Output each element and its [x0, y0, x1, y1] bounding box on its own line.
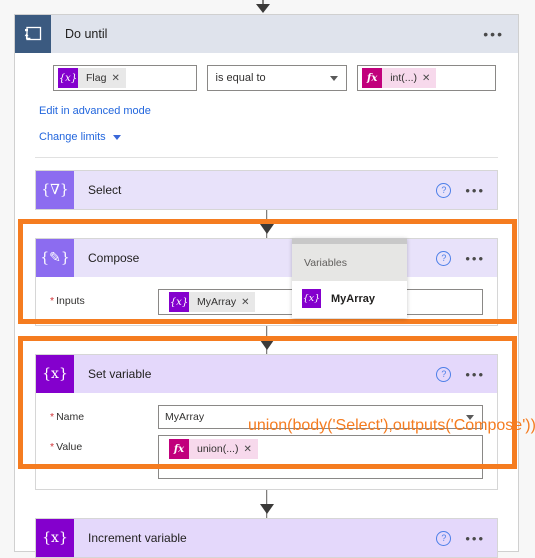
- action-compose-body: * Inputs {x} MyArray ✕: [36, 277, 497, 325]
- token-flag[interactable]: {x} Flag ✕: [58, 68, 126, 88]
- condition-left-field[interactable]: {x} Flag ✕: [53, 65, 197, 91]
- action-select[interactable]: {∇} Select ? •••: [35, 170, 498, 210]
- token-text: union(...): [197, 443, 239, 455]
- variable-token-icon: {x}: [58, 68, 78, 88]
- incoming-connector-arrow: [0, 0, 535, 14]
- operator-value: is equal to: [215, 72, 266, 84]
- flyout-header: Variables: [292, 244, 407, 281]
- condition-right-field[interactable]: fx int(...) ✕: [357, 65, 496, 91]
- token-label: union(...) ✕: [189, 439, 258, 459]
- name-value: MyArray: [165, 411, 205, 423]
- action-increment-variable-header[interactable]: {x} Increment variable ? •••: [36, 519, 497, 557]
- token-myarray[interactable]: {x} MyArray ✕: [169, 292, 256, 312]
- flyout-list: {x} MyArray: [292, 281, 407, 318]
- remove-token-icon[interactable]: ✕: [111, 73, 119, 84]
- required-marker: *: [50, 441, 55, 453]
- page-title: Do until: [65, 27, 108, 41]
- chevron-down-icon: [330, 75, 339, 81]
- token-union-expression[interactable]: fx union(...) ✕: [169, 439, 258, 459]
- action-set-variable-title: Set variable: [88, 367, 152, 381]
- value-field[interactable]: fx union(...) ✕: [158, 435, 483, 479]
- help-icon[interactable]: ?: [436, 366, 452, 382]
- remove-token-icon[interactable]: ✕: [422, 73, 430, 84]
- function-token-icon: fx: [362, 68, 383, 88]
- edit-in-advanced-mode-link[interactable]: Edit in advanced mode: [39, 105, 518, 117]
- chevron-down-icon: [112, 134, 121, 140]
- condition-row: {x} Flag ✕ is equal to fx int(...) ✕: [53, 65, 496, 91]
- field-row-inputs: * Inputs {x} MyArray ✕: [36, 283, 497, 315]
- value-label: * Value: [50, 435, 158, 453]
- variables-flyout[interactable]: Variables {x} MyArray: [292, 238, 407, 318]
- action-compose-title: Compose: [88, 251, 140, 265]
- action-increment-variable-title: Increment variable: [88, 531, 187, 545]
- required-marker: *: [50, 411, 55, 423]
- condition-operator-select[interactable]: is equal to: [206, 65, 348, 91]
- annotation-expression: union(body('Select'),outputs('Compose')): [248, 417, 535, 434]
- do-until-card: Do until ••• {x} Flag ✕ is equal to fx i…: [14, 14, 519, 558]
- action-increment-variable-overflow-menu[interactable]: •••: [465, 532, 485, 545]
- remove-token-icon[interactable]: ✕: [241, 297, 249, 308]
- action-select-title: Select: [88, 183, 122, 197]
- field-row-value: * Value fx union(...) ✕: [36, 429, 497, 479]
- connector-select-to-compose: [15, 210, 518, 238]
- variable-icon: {x}: [36, 519, 74, 557]
- action-increment-variable-tools: ? •••: [436, 519, 485, 557]
- do-until-overflow-menu[interactable]: •••: [483, 27, 504, 41]
- required-marker: *: [50, 295, 55, 307]
- action-set-variable-header[interactable]: {x} Set variable ? •••: [36, 355, 497, 393]
- function-token-icon: fx: [169, 439, 189, 459]
- variable-token-icon: {x}: [169, 292, 189, 312]
- flyout-item-label: MyArray: [331, 292, 376, 305]
- select-icon: {∇}: [36, 171, 74, 209]
- token-text: MyArray: [197, 296, 237, 308]
- token-label: MyArray ✕: [189, 292, 256, 312]
- variable-icon: {x}: [36, 355, 74, 393]
- action-compose-header[interactable]: {✎} Compose ? •••: [36, 239, 497, 277]
- name-label-text: Name: [56, 411, 85, 423]
- action-compose[interactable]: {✎} Compose ? ••• * Inputs {x} MyArray ✕: [35, 238, 498, 326]
- token-label: int(...) ✕: [382, 68, 437, 88]
- help-icon[interactable]: ?: [436, 250, 452, 266]
- action-select-tools: ? •••: [436, 171, 485, 209]
- connector-compose-to-setvariable: [15, 326, 518, 354]
- list-item[interactable]: {x} MyArray: [292, 287, 407, 310]
- action-compose-overflow-menu[interactable]: •••: [465, 252, 485, 265]
- do-until-header[interactable]: Do until •••: [15, 15, 518, 53]
- name-label: * Name: [50, 405, 158, 423]
- connector-setvariable-to-increment: [15, 490, 518, 518]
- inputs-label-text: Inputs: [56, 295, 85, 307]
- remove-token-icon[interactable]: ✕: [243, 444, 251, 455]
- action-set-variable-body: * Name MyArray * Value fx union(...) ✕: [36, 393, 497, 489]
- variable-icon: {x}: [302, 289, 321, 308]
- action-set-variable-overflow-menu[interactable]: •••: [465, 368, 485, 381]
- value-label-text: Value: [56, 441, 83, 453]
- action-compose-tools: ? •••: [436, 239, 485, 277]
- action-select-header[interactable]: {∇} Select ? •••: [36, 171, 497, 209]
- token-text: int(...): [390, 72, 418, 84]
- action-set-variable-tools: ? •••: [436, 355, 485, 393]
- token-label: Flag ✕: [78, 68, 126, 88]
- help-icon[interactable]: ?: [436, 182, 452, 198]
- change-limits-label: Change limits: [39, 131, 106, 143]
- token-int-expression[interactable]: fx int(...) ✕: [362, 68, 437, 88]
- change-limits-link[interactable]: Change limits: [39, 131, 518, 143]
- help-icon[interactable]: ?: [436, 530, 452, 546]
- inputs-label: * Inputs: [50, 289, 158, 307]
- compose-icon: {✎}: [36, 239, 74, 277]
- action-increment-variable[interactable]: {x} Increment variable ? •••: [35, 518, 498, 558]
- loop-icon: [15, 15, 51, 53]
- action-select-overflow-menu[interactable]: •••: [465, 184, 485, 197]
- token-text: Flag: [86, 72, 107, 84]
